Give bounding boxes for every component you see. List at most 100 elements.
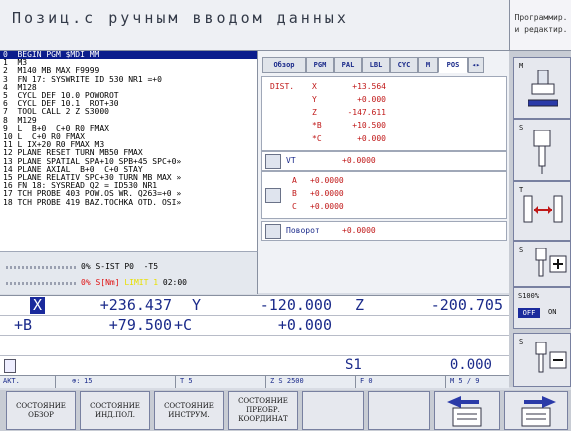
rotation-icon <box>265 224 281 239</box>
tab-scroll-arrows[interactable]: ◂▸ <box>468 57 484 73</box>
softkey-label: ИНСТРУМ. <box>168 410 210 419</box>
axis-c-pos-value: +0.000 <box>277 316 332 334</box>
softkey-label: КООРДИНАТ <box>238 415 288 423</box>
spindle-value: 0.000 <box>449 357 492 373</box>
axis-c-value: +0.0000 <box>310 202 344 211</box>
tab-m[interactable]: M <box>418 57 438 73</box>
softkey-page-back[interactable] <box>434 391 500 430</box>
rotation-value: +0.0000 <box>342 226 376 235</box>
axis-b-value: +0.0000 <box>310 189 344 198</box>
dist-row: X +13.564 <box>312 82 386 91</box>
axis-b-pos-label: +B <box>14 316 33 334</box>
tool-icon <box>4 359 16 373</box>
vsoftkey-t[interactable]: T <box>513 181 571 241</box>
axis-a-value: +0.0000 <box>310 176 344 185</box>
vsoftkey-s-label: S <box>519 124 524 132</box>
spindle-status-text: 0% S-IST P0 -T5 <box>81 262 159 271</box>
softkey-status-transform[interactable]: СОСТОЯНИЕ ПРЕОБР. КООРДИНАТ <box>228 391 298 430</box>
softkey-label: СОСТОЯНИЕ <box>16 401 66 410</box>
axis-b-label: B <box>292 189 297 198</box>
cnc-screen: Позиц.с ручным вводом данных Программир.… <box>0 0 571 431</box>
tab-pgm[interactable]: PGM <box>306 57 334 73</box>
softkey-label: СОСТОЯНИЕ <box>90 401 140 410</box>
program-listing[interactable]: 0 BEGIN PGM $MDI MM 1 M3 2 M140 MB MAX F99… <box>0 51 258 261</box>
tool-axis-icon: ⊕: <box>72 377 81 385</box>
spindle-label: S1 <box>345 357 362 373</box>
page-forward-icon <box>521 395 556 426</box>
vsoftkey-m[interactable]: M <box>513 57 571 119</box>
axis-z-label: Z <box>355 296 365 314</box>
program-status: 0% S-IST P0 -T5 0% S[Nm] LIMIT 1 02:00 <box>0 251 258 294</box>
tab-pal[interactable]: PAL <box>334 57 362 73</box>
torque-bar <box>6 282 76 285</box>
program-line[interactable]: 7 TOOL CALL 2 Z S3000 <box>0 108 257 116</box>
rotary-axes-icon <box>265 188 281 203</box>
axis-c-pos-label: +C <box>174 316 193 334</box>
program-line[interactable]: 3 FN 17: SYSWRITE ID 530 NR1 =+0 <box>0 75 257 84</box>
machine-head-icon <box>528 70 558 107</box>
softkey-label: ПРЕОБР. <box>246 406 280 414</box>
position-row-empty <box>0 336 509 356</box>
axis-c-label: C <box>292 202 297 211</box>
vt-value: +0.0000 <box>342 156 376 165</box>
m-functions: M 5 / 9 <box>450 377 480 385</box>
tool-number: T 5 <box>180 377 193 385</box>
position-row-xyz: X +236.437 Y -120.000 Z -200.705 <box>0 296 509 316</box>
mode-indicator[interactable]: Программир. и редактир. <box>509 0 571 51</box>
vt-icon <box>265 154 281 169</box>
limit-label: LIMIT 1 <box>124 278 159 287</box>
softkey-status-overview[interactable]: СОСТОЯНИЕ ОБЗОР <box>6 391 76 430</box>
position-row-bc: +B +79.500 +C +0.000 <box>0 316 509 336</box>
dist-row: *C +0.000 <box>312 134 386 143</box>
vsoftkey-spindle-override[interactable]: S100% OFF ON <box>513 287 571 329</box>
status-tabs: Обзор PGM PAL LBL CYC M POS ◂▸ <box>258 57 509 73</box>
axis-z-value: -200.705 <box>430 296 503 314</box>
mode-line-2: и редактир. <box>514 25 568 34</box>
elapsed-time: 02:00 <box>162 278 187 287</box>
vsoftkey-s-minus[interactable]: S <box>513 333 571 387</box>
program-line[interactable]: 0 BEGIN PGM $MDI MM <box>0 51 257 60</box>
softkey-bar: СОСТОЯНИЕ ОБЗОР СОСТОЯНИЕ ИНД.ПОЛ. СОСТО… <box>0 390 571 431</box>
tab-pos[interactable]: POS <box>438 57 468 73</box>
vsoftkey-m-label: M <box>519 62 524 70</box>
softkey-label: ИНД.ПОЛ. <box>94 410 136 419</box>
spindle-decrease-icon <box>535 342 567 373</box>
spindle-load-bar <box>6 266 76 269</box>
softkey-page-forward[interactable] <box>504 391 568 430</box>
softkey-status-tool[interactable]: СОСТОЯНИЕ ИНСТРУМ. <box>154 391 224 430</box>
tool-change-icon <box>523 195 563 223</box>
rotation-label: Поворот <box>286 226 320 235</box>
status-panel: Обзор PGM PAL LBL CYC M POS ◂▸ DIST. X +1… <box>258 51 509 293</box>
softkey-empty-2[interactable] <box>368 391 430 430</box>
override-off-button[interactable]: OFF <box>518 308 540 318</box>
feed-rate: F 0 <box>360 377 373 385</box>
vsoftkey-s-plus[interactable]: S <box>513 241 571 287</box>
mode-line-1: Программир. <box>514 13 568 22</box>
axis-x-value: +236.437 <box>99 296 172 314</box>
vsoftkey-s[interactable]: S <box>513 119 571 181</box>
softkey-label: СОСТОЯНИЕ <box>164 401 214 410</box>
axis-a-label: A <box>292 176 297 185</box>
spindle-speed: Z S 2500 <box>270 377 304 385</box>
spindle-icon <box>533 130 551 174</box>
mode-text: АКТ. <box>3 377 20 385</box>
vertical-softkey-bar: M S T S S100% OFF ON S <box>509 51 571 387</box>
override-on-button[interactable]: ON <box>548 308 556 316</box>
rotation-box: Поворот +0.0000 <box>261 221 507 241</box>
softkey-label: ОБЗОР <box>28 410 54 419</box>
tab-overview[interactable]: Обзор <box>262 57 306 73</box>
softkey-empty-1[interactable] <box>302 391 364 430</box>
softkey-status-position[interactable]: СОСТОЯНИЕ ИНД.ПОЛ. <box>80 391 150 430</box>
spindle-override-pct: S100% <box>518 292 540 300</box>
tool-pct: 15 <box>84 377 93 385</box>
program-line[interactable]: 18 TCH PROBE 419 BAZ.TOCHKA OTD. OSI» <box>0 198 257 207</box>
distance-box: DIST. X +13.564 Y +0.000 Z -147.611 *B +10.5… <box>261 76 507 151</box>
vt-box: VT +0.0000 <box>261 151 507 171</box>
axis-b-pos-value: +79.500 <box>108 316 172 334</box>
tab-cyc[interactable]: CYC <box>390 57 418 73</box>
spindle-increase-icon <box>535 248 567 277</box>
axis-y-label: Y <box>192 296 202 314</box>
position-row-spindle: S1 0.000 <box>0 356 509 375</box>
softkey-label: СОСТОЯНИЕ <box>238 397 288 405</box>
tab-lbl[interactable]: LBL <box>362 57 390 73</box>
